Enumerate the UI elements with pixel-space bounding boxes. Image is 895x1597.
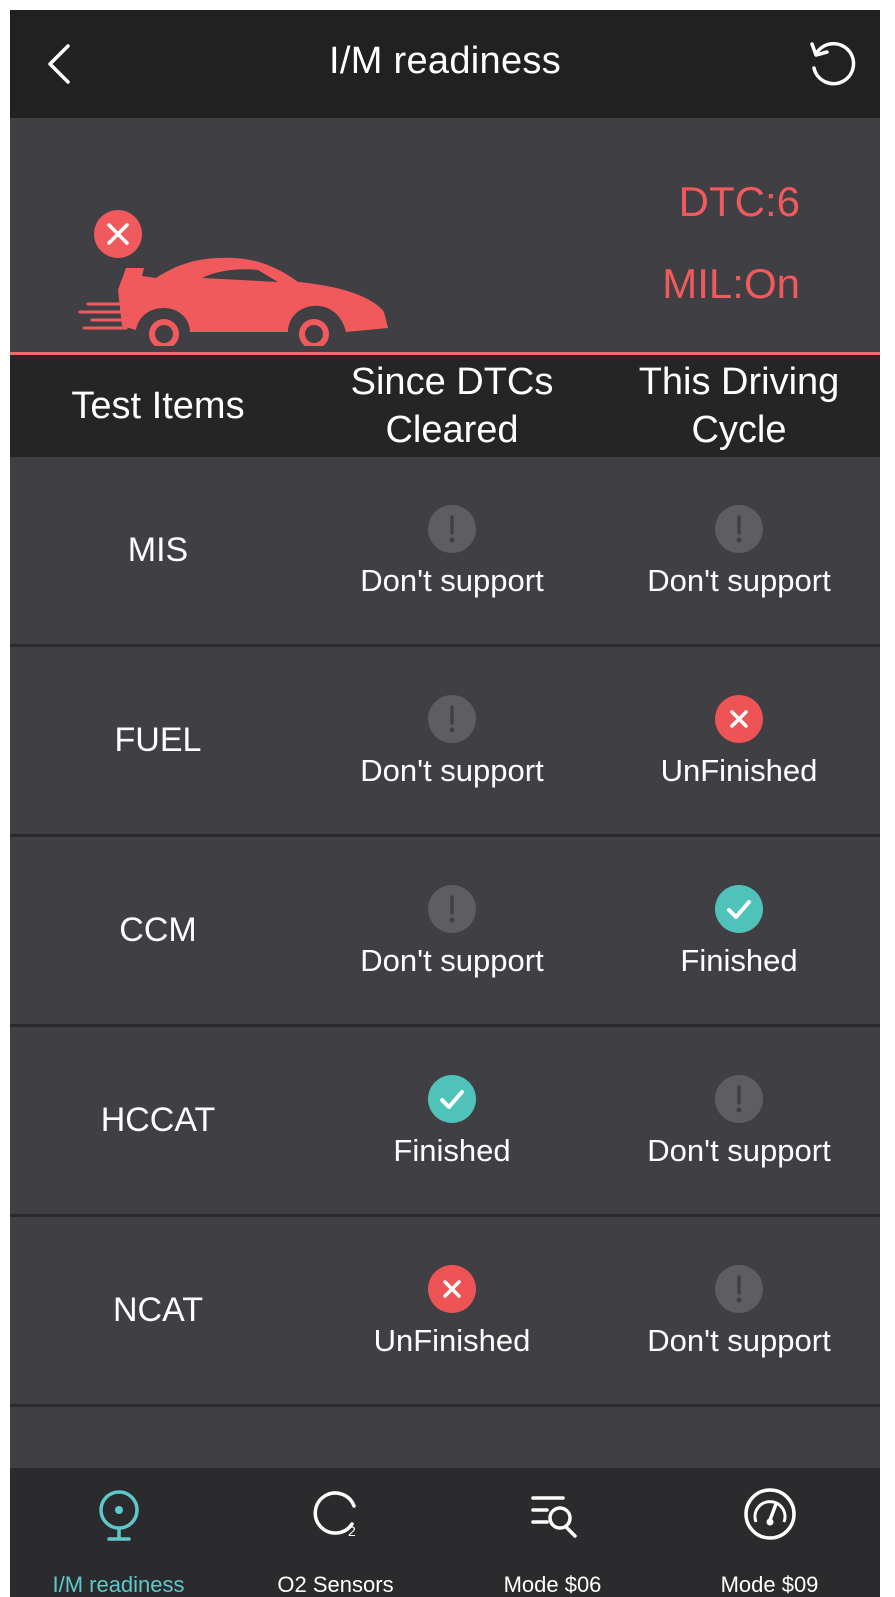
app-screen: I/M readiness DTC:6 MIL:On Test Items Si… xyxy=(10,10,880,1597)
status-label: Don't support xyxy=(647,563,831,598)
table-row: MIS Don't support Don't support xyxy=(10,457,880,647)
this-cycle-status: Don't support xyxy=(598,1075,880,1169)
status-label: Don't support xyxy=(360,753,544,788)
tab-label: I/M readiness xyxy=(52,1572,185,1597)
refresh-icon[interactable] xyxy=(804,34,862,92)
test-item-name: NCAT xyxy=(112,1291,204,1329)
warning-icon xyxy=(715,1265,763,1313)
this-cycle-status: Don't support xyxy=(598,505,880,599)
error-icon xyxy=(428,1265,476,1313)
status-label: Finished xyxy=(680,943,798,978)
table-row: FUEL Don't support UnFinished xyxy=(10,647,880,837)
status-label: UnFinished xyxy=(373,1323,531,1358)
this-cycle-status: Finished xyxy=(598,885,880,979)
list-search-icon xyxy=(530,1496,577,1538)
test-item-name: HCCAT xyxy=(100,1101,216,1139)
this-cycle-status: UnFinished xyxy=(598,695,880,789)
o2-sensor-icon: 2 xyxy=(313,1491,356,1539)
header-test-items: Test Items xyxy=(71,385,245,427)
table-row: HCCAT Finished Don't support xyxy=(10,1027,880,1217)
test-item-name: FUEL xyxy=(114,721,202,759)
table-row: NCAT UnFinished Don't support xyxy=(10,1217,880,1407)
bottom-tab-bar: I/M readiness 2 O2 Sensors Mode $06 Mode… xyxy=(10,1468,880,1597)
test-item-name: MIS xyxy=(127,531,189,569)
since-cleared-status: Finished xyxy=(306,1075,598,1169)
status-label: Don't support xyxy=(647,1133,831,1168)
tab-mode-09[interactable]: Mode $09 xyxy=(661,1468,878,1597)
header-this-driving-cycle: This Driving Cycle xyxy=(638,361,840,451)
svg-text:2: 2 xyxy=(348,1523,356,1539)
table-row: CCM Don't support Finished xyxy=(10,837,880,1027)
since-cleared-status: UnFinished xyxy=(306,1265,598,1359)
error-icon xyxy=(715,695,763,743)
tab-label: O2 Sensors xyxy=(277,1572,394,1597)
since-cleared-status: Don't support xyxy=(306,505,598,599)
header-since-dtcs-cleared: Since DTCs Cleared xyxy=(350,361,554,451)
warning-icon xyxy=(715,1075,763,1123)
dtc-count: DTC:6 xyxy=(678,178,800,225)
mil-status: MIL:On xyxy=(662,260,800,307)
status-label: Don't support xyxy=(360,563,544,598)
status-label: Don't support xyxy=(360,943,544,978)
page-title: I/M readiness xyxy=(329,40,561,82)
gauge-icon xyxy=(743,1488,796,1540)
sports-car-icon xyxy=(78,210,388,346)
tab-o2-sensors[interactable]: 2 O2 Sensors xyxy=(227,1468,444,1597)
this-cycle-status: Don't support xyxy=(598,1265,880,1359)
test-item-name: CCM xyxy=(119,911,197,949)
status-label: UnFinished xyxy=(660,753,818,788)
warning-icon xyxy=(428,505,476,553)
tab-label: Mode $06 xyxy=(503,1572,602,1597)
since-cleared-status: Don't support xyxy=(306,885,598,979)
warning-icon xyxy=(428,885,476,933)
readiness-icon xyxy=(98,1490,139,1541)
tab-im-readiness[interactable]: I/M readiness xyxy=(10,1468,227,1597)
table-header: Test Items Since DTCs Cleared This Drivin… xyxy=(10,355,880,457)
check-icon xyxy=(715,885,763,933)
top-bar: I/M readiness xyxy=(10,10,880,118)
readiness-summary: DTC:6 MIL:On xyxy=(10,118,880,354)
readiness-table: MIS Don't support Don't support FUEL Don't s… xyxy=(10,457,880,1407)
tab-mode-06[interactable]: Mode $06 xyxy=(444,1468,661,1597)
warning-icon xyxy=(715,505,763,553)
check-icon xyxy=(428,1075,476,1123)
since-cleared-status: Don't support xyxy=(306,695,598,789)
warning-icon xyxy=(428,695,476,743)
status-label: Don't support xyxy=(647,1323,831,1358)
tab-label: Mode $09 xyxy=(720,1572,819,1597)
status-label: Finished xyxy=(393,1133,511,1168)
